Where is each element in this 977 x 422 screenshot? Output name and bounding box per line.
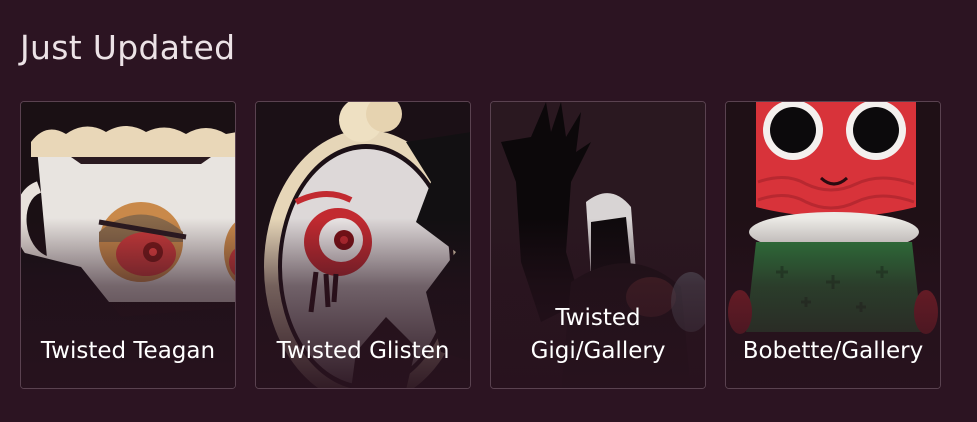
card-label: Twisted Gigi/Gallery (491, 302, 705, 368)
card-label: Twisted Teagan (21, 335, 235, 368)
card-bobette[interactable]: Bobette/Gallery (725, 101, 941, 389)
card-twisted-gigi[interactable]: Twisted Gigi/Gallery (490, 101, 706, 389)
card-row: Twisted Teagan Twisted Glisten Twisted G… (20, 101, 941, 389)
card-label-line: Twisted Teagan (40, 338, 216, 364)
card-label: Twisted Glisten (256, 335, 470, 368)
card-label-line: Gigi/Gallery (530, 338, 666, 364)
card-twisted-teagan[interactable]: Twisted Teagan (20, 101, 236, 389)
just-updated-section: Just Updated Twisted Teagan Twisted Glis… (0, 0, 977, 422)
card-label-line: Twisted Glisten (276, 338, 450, 364)
card-label-line: Twisted (555, 305, 641, 331)
card-label-line: Bobette/Gallery (742, 338, 924, 364)
card-twisted-glisten[interactable]: Twisted Glisten (255, 101, 471, 389)
section-title: Just Updated (20, 28, 236, 67)
card-label: Bobette/Gallery (726, 335, 940, 368)
